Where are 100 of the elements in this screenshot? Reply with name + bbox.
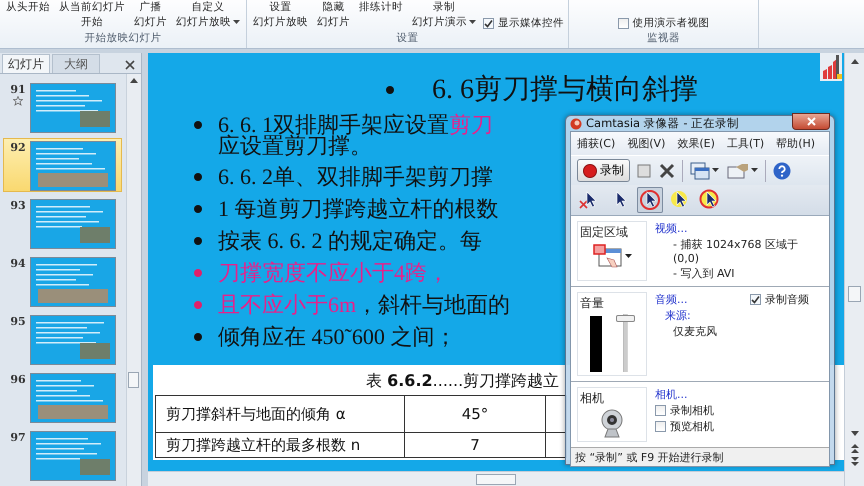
- delete-icon[interactable]: [659, 162, 675, 178]
- caret-icon: [624, 254, 632, 258]
- caret-icon[interactable]: [751, 168, 758, 173]
- scrollbar-thumb[interactable]: [128, 372, 139, 388]
- slide-number: 95: [10, 315, 26, 328]
- cursor-icon: [699, 189, 721, 211]
- slide-thumbnail[interactable]: [30, 315, 116, 365]
- slide-number: 97: [10, 431, 26, 444]
- checkbox-label: 使用演示者视图: [632, 16, 710, 30]
- stop-icon[interactable]: [637, 164, 651, 178]
- slide-row[interactable]: 95: [3, 312, 122, 366]
- menu-item[interactable]: 捕获(C): [577, 136, 616, 151]
- slide-row[interactable]: 93: [3, 196, 122, 250]
- next-slide-icon[interactable]: [850, 457, 858, 466]
- bullet-text: 1 每道剪刀撑跨越立杆的根数: [218, 195, 498, 223]
- menu-item[interactable]: 视图(V): [627, 136, 666, 151]
- table-caption: 表 6.6.2......剪刀撑跨越立: [366, 371, 560, 392]
- bullet-text: 按表 6. 6. 2 的规定确定。每: [218, 227, 482, 255]
- slide-number: 93: [10, 199, 26, 212]
- slide-row[interactable]: 94: [3, 254, 122, 308]
- audio-level-meter: [590, 316, 602, 372]
- checkbox-label: 录制相机: [670, 403, 714, 418]
- bullet-text: 倾角应在 450˜600 之间；: [218, 323, 456, 351]
- record-dot-icon: [583, 164, 597, 178]
- slide-thumbnail[interactable]: [30, 83, 116, 133]
- menu-item[interactable]: 帮助(H): [776, 136, 816, 151]
- checkbox[interactable]: [618, 18, 628, 28]
- slider-thumb[interactable]: [616, 315, 634, 322]
- slide-thumbnail[interactable]: [30, 431, 116, 481]
- slide-thumbnail[interactable]: [30, 199, 116, 249]
- app-logo-icon: [570, 118, 582, 130]
- table-cell: 剪刀撑斜杆与地面的倾角 α: [156, 396, 404, 432]
- vertical-scrollbar[interactable]: [844, 53, 864, 486]
- ribbon-button[interactable]: 隐藏 幻灯片: [315, 0, 352, 30]
- table-cell: 剪刀撑跨越立杆的最多根数 n: [156, 432, 404, 458]
- ribbon-button[interactable]: 设置 幻灯片放映: [251, 0, 310, 30]
- group-label: 开始放映幻灯片: [84, 31, 162, 45]
- up-arrow-icon[interactable]: [850, 59, 858, 64]
- panel-tab[interactable]: 大纲: [52, 54, 100, 73]
- slide-row[interactable]: 96: [3, 370, 122, 424]
- checkbox[interactable]: [750, 294, 761, 305]
- video-settings-link[interactable]: 视频...: [655, 221, 823, 236]
- bullet-dot: [386, 86, 394, 94]
- down-arrow-icon[interactable]: [850, 431, 858, 436]
- slide-number: 94: [10, 257, 26, 270]
- scrollbar-thumb[interactable]: [848, 286, 861, 302]
- audio-settings-link[interactable]: 音频...: [655, 292, 688, 307]
- checkbox-label: 显示媒体控件: [498, 16, 564, 30]
- caret-icon[interactable]: [712, 168, 719, 173]
- close-icon: [125, 60, 135, 70]
- bullet-text: 6. 6. 2单、双排脚手架剪刀撑: [218, 163, 493, 191]
- up-arrow-icon[interactable]: [130, 78, 138, 83]
- section-heading: 固定区域: [580, 224, 628, 241]
- export-icon[interactable]: [727, 162, 749, 178]
- group-label: 设置: [396, 31, 418, 45]
- selected-slide-row[interactable]: 92: [3, 138, 122, 192]
- horizontal-scrollbar[interactable]: [148, 471, 844, 486]
- slide-row[interactable]: 97: [3, 428, 122, 482]
- record-button[interactable]: 录制: [577, 159, 630, 182]
- checkbox[interactable]: [655, 405, 666, 416]
- capture-info: - 写入到 AVI: [672, 266, 736, 281]
- capture-info: - 捕获 1024x768 区域于 (0,0): [672, 237, 799, 265]
- ribbon-button[interactable]: 排练计时: [357, 0, 405, 15]
- section-heading: 音量: [580, 295, 604, 312]
- menu-item[interactable]: 效果(E): [677, 136, 715, 151]
- table-cell: 45°: [404, 396, 546, 432]
- slide-thumbnail[interactable]: [30, 373, 116, 423]
- slide-thumbnail[interactable]: [30, 257, 116, 307]
- bullet-text: 应设置剪刀撑。: [218, 135, 372, 157]
- slide-thumbnail[interactable]: [30, 141, 116, 191]
- checkbox[interactable]: [655, 421, 666, 432]
- slide-title: 6. 6剪刀撑与横向斜撑: [432, 73, 698, 107]
- table-cell: 7: [404, 432, 546, 458]
- region-select-icon: [592, 244, 622, 268]
- panel-tab[interactable]: 幻灯片: [2, 54, 50, 73]
- audio-source: 仅麦克风: [672, 324, 718, 339]
- menu-item[interactable]: 工具(T): [726, 136, 764, 151]
- close-button[interactable]: [792, 113, 830, 130]
- region-dropdown[interactable]: [592, 243, 632, 269]
- camera-settings-link[interactable]: 相机...: [655, 387, 823, 402]
- scrollbar-thumb[interactable]: [476, 474, 516, 484]
- help-icon[interactable]: [773, 162, 791, 180]
- ribbon-button[interactable]: 从当前幻灯片 开始: [57, 0, 127, 30]
- cursor-effect-button[interactable]: [637, 187, 663, 213]
- previous-slide-icon[interactable]: [850, 444, 858, 453]
- ribbon-button[interactable]: 录制 幻灯片演示: [410, 0, 478, 30]
- source-link[interactable]: 来源:: [655, 308, 823, 323]
- ribbon-button[interactable]: 从头开始: [4, 0, 52, 15]
- group-label: 监视器: [647, 31, 680, 45]
- section-heading: 相机: [580, 390, 604, 407]
- windows-icon[interactable]: [690, 162, 710, 180]
- slide-row[interactable]: 91: [3, 80, 122, 134]
- scrollbar[interactable]: [126, 74, 141, 486]
- status-bar: 按 “录制” 或 F9 开始进行录制: [571, 447, 829, 466]
- ribbon-button[interactable]: 广播 幻灯片: [132, 0, 169, 30]
- bullet-text: 且不应小于6m，斜杆与地面的: [218, 291, 510, 319]
- ribbon-button[interactable]: 自定义 幻灯片放映: [174, 0, 242, 30]
- checkbox[interactable]: [483, 18, 494, 28]
- slide-number: 92: [10, 141, 26, 154]
- checkbox-label: 录制音频: [765, 292, 809, 307]
